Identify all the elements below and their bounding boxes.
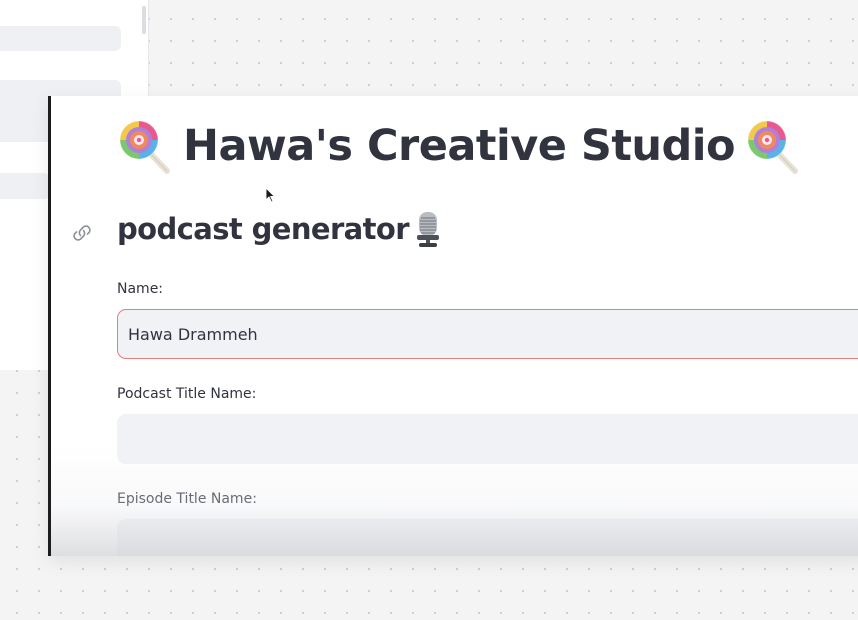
lollipop-icon — [119, 120, 170, 174]
app-window: Hawa's Creative Studio podcast generator — [48, 96, 858, 556]
page-title: Hawa's Creative Studio — [117, 118, 801, 174]
name-label: Name: — [117, 281, 164, 297]
podcast-title-input[interactable] — [117, 414, 858, 464]
episode-title-input[interactable] — [117, 519, 858, 556]
lollipop-icon — [747, 120, 799, 174]
link-icon[interactable] — [69, 222, 95, 244]
mouse-cursor-icon — [265, 187, 275, 203]
podcast-title-label: Podcast Title Name: — [117, 386, 257, 402]
background-bar — [0, 173, 50, 199]
episode-title-label: Episode Title Name: — [117, 491, 257, 507]
page-title-text: Hawa's Creative Studio — [183, 121, 736, 171]
name-input[interactable] — [117, 309, 858, 359]
section-heading: podcast generator — [117, 210, 443, 248]
studio-microphone-icon — [416, 212, 439, 247]
background-bar — [0, 26, 121, 51]
section-heading-text: podcast generator — [117, 212, 410, 246]
background-scrollbar — [142, 6, 146, 34]
